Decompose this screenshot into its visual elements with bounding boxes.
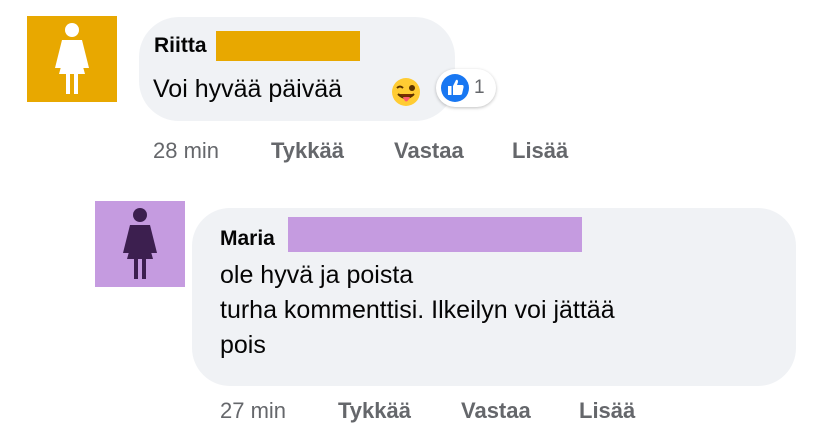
reply-button[interactable]: Vastaa — [461, 398, 531, 424]
redaction-bar — [288, 217, 582, 252]
reaction-count: 1 — [474, 77, 485, 98]
more-button[interactable]: Lisää — [579, 398, 635, 424]
timestamp[interactable]: 27 min — [220, 398, 286, 424]
more-button[interactable]: Lisää — [512, 138, 568, 164]
winking-face-tongue-icon — [392, 78, 420, 106]
like-button[interactable]: Tykkää — [271, 138, 344, 164]
comment-text: ole hyvä ja poista turha kommenttisi. Il… — [220, 261, 615, 359]
comment-text: Voi hyvää päivää — [153, 75, 343, 103]
comment-author[interactable]: Maria — [220, 227, 275, 251]
reaction-badge[interactable]: 1 — [436, 69, 496, 107]
thumbs-up-icon — [441, 74, 469, 102]
avatar[interactable] — [27, 16, 117, 102]
redaction-bar — [216, 31, 360, 61]
avatar[interactable] — [95, 201, 185, 287]
comment-meta: 27 min Tykkää Vastaa Lisää — [220, 398, 680, 424]
reply-button[interactable]: Vastaa — [394, 138, 464, 164]
woman-silhouette-icon — [55, 23, 89, 94]
comment-meta: 28 min Tykkää Vastaa Lisää — [153, 138, 613, 164]
woman-silhouette-icon — [123, 208, 157, 279]
comment-author[interactable]: Riitta — [154, 34, 207, 58]
like-button[interactable]: Tykkää — [338, 398, 411, 424]
timestamp[interactable]: 28 min — [153, 138, 219, 164]
